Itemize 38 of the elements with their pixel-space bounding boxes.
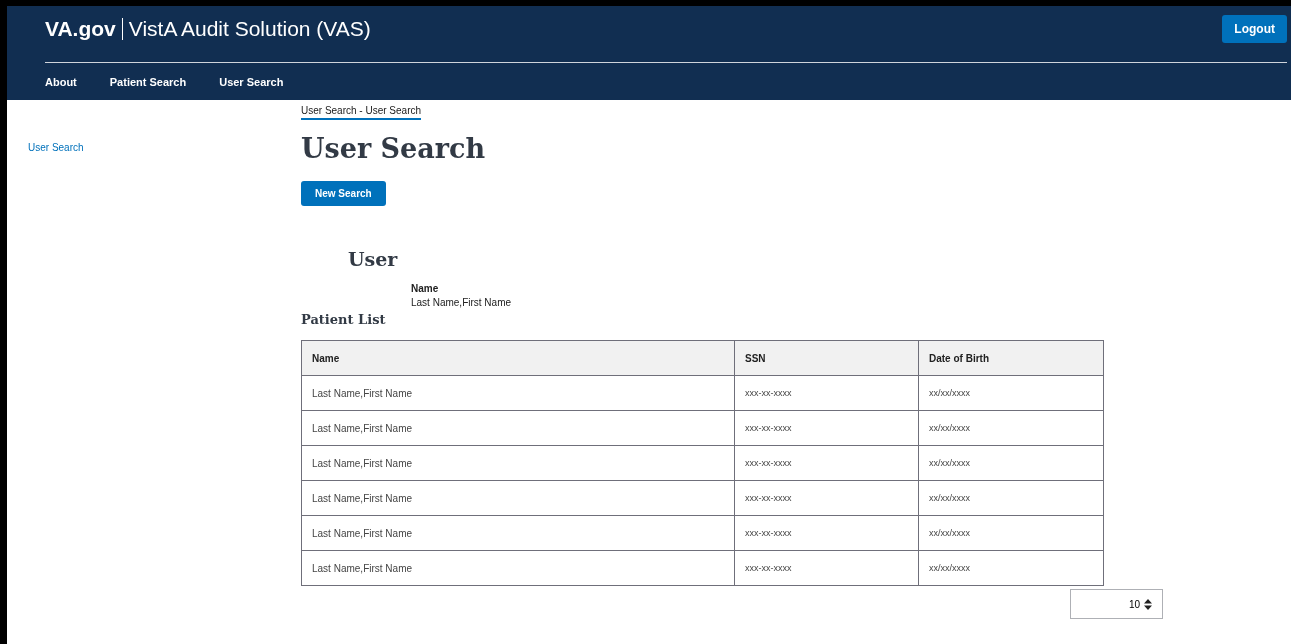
column-header: SSN xyxy=(734,340,919,376)
page-title: User Search xyxy=(301,133,487,164)
nav-link[interactable]: About xyxy=(45,76,77,88)
table-cell: xx/xx/xxxx xyxy=(918,410,1104,446)
table-cell: xx/xx/xxxx xyxy=(918,480,1104,516)
field-label: Name xyxy=(411,283,440,294)
sort-arrows-icon xyxy=(1144,598,1152,610)
table-cell: xxx-xx-xxxx xyxy=(734,550,919,586)
table-cell: Last Name,First Name xyxy=(301,515,735,551)
title-separator xyxy=(121,18,123,40)
table-cell: Last Name,First Name xyxy=(301,480,735,516)
table-cell: xxx-xx-xxxx xyxy=(734,515,919,551)
table-cell: xxx-xx-xxxx xyxy=(734,445,919,481)
table-cell: Last Name,First Name xyxy=(301,410,735,446)
table-cell: xx/xx/xxxx xyxy=(918,515,1104,551)
section-heading: User xyxy=(348,248,399,270)
table-cell: xxx-xx-xxxx xyxy=(734,375,919,411)
column-header: Name xyxy=(301,340,735,376)
table-cell: xx/xx/xxxx xyxy=(918,550,1104,586)
app-title: VistA Audit Solution (VAS) xyxy=(128,17,371,41)
table-cell: xxx-xx-xxxx xyxy=(734,480,919,516)
table-cell: Last Name,First Name xyxy=(301,375,735,411)
table-cell: xxx-xx-xxxx xyxy=(734,410,919,446)
section-heading: Patient List xyxy=(301,312,387,327)
field-value: Last Name,First Name xyxy=(411,297,513,308)
table-cell: Last Name,First Name xyxy=(301,550,735,586)
table-cell: Last Name,First Name xyxy=(301,445,735,481)
brand-logo-text[interactable]: VA.gov xyxy=(45,17,116,41)
breadcrumb[interactable]: User Search - User Search xyxy=(301,102,422,120)
column-header: Date of Birth xyxy=(918,340,1104,376)
nav-link[interactable]: User Search xyxy=(219,76,284,88)
new-search-button[interactable]: New Search xyxy=(301,181,386,206)
logout-button[interactable]: Logout xyxy=(1222,15,1287,43)
table-cell: xx/xx/xxxx xyxy=(918,445,1104,481)
sidebar-link[interactable]: User Search xyxy=(28,142,84,153)
page-size-select[interactable]: 10 xyxy=(1070,589,1163,619)
nav-link[interactable]: Patient Search xyxy=(109,76,187,88)
table-cell: xx/xx/xxxx xyxy=(918,375,1104,411)
